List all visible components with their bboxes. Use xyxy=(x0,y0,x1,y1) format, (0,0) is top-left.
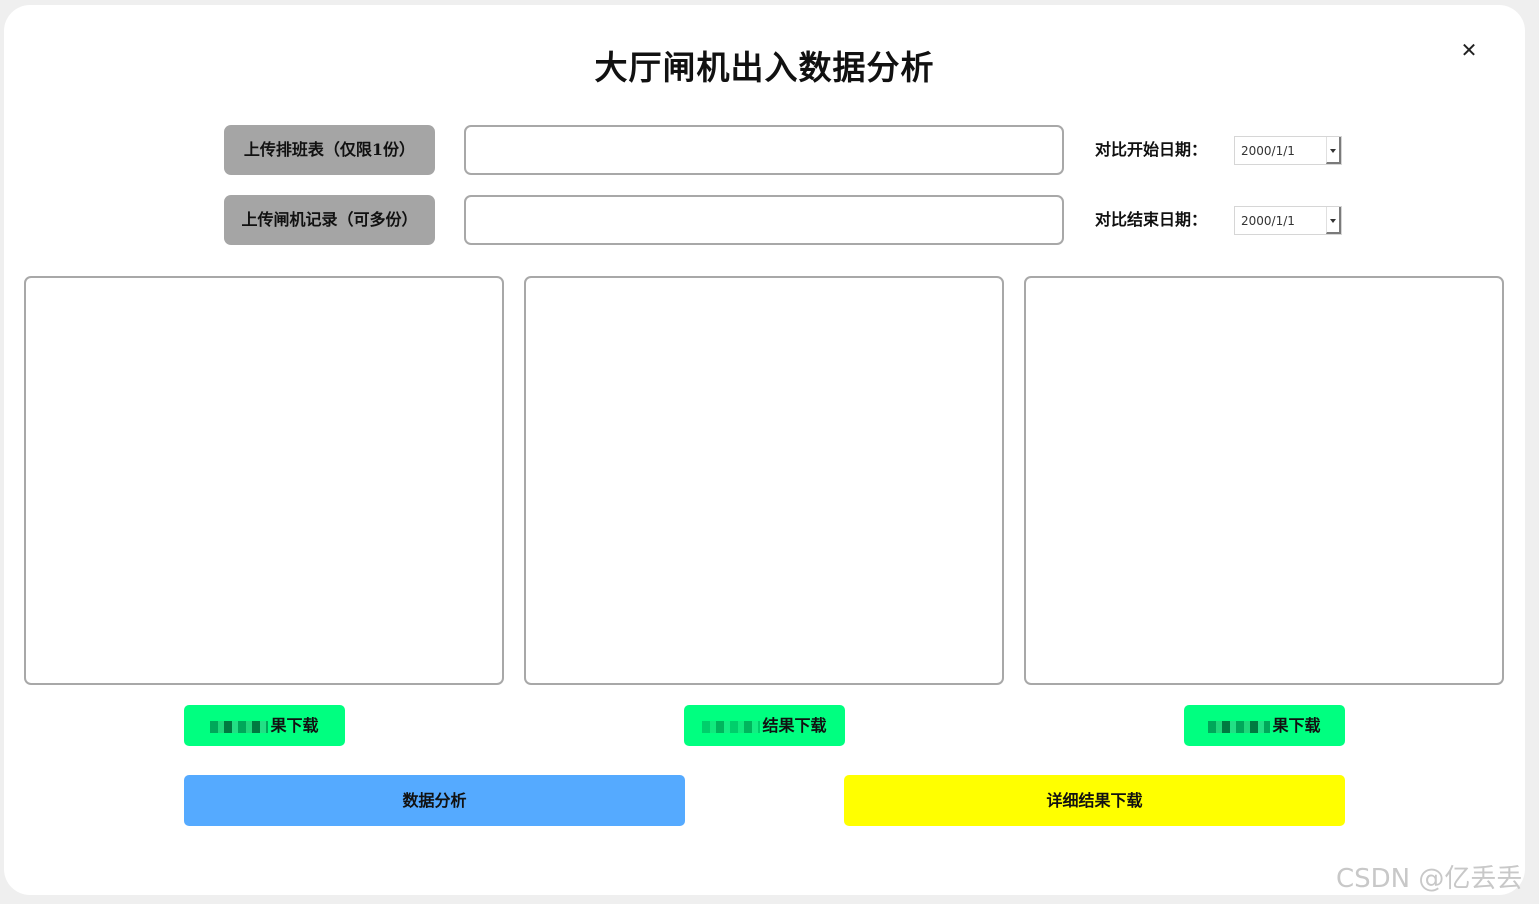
end-date-picker[interactable]: 2000/1/1 xyxy=(1234,206,1342,235)
redacted-text xyxy=(210,720,269,733)
watermark: CSDN @亿丢丢 xyxy=(1336,864,1523,894)
close-icon: ✕ xyxy=(1460,38,1478,62)
start-date-label: 对比开始日期： xyxy=(1095,140,1208,159)
schedule-file-path-field[interactable] xyxy=(464,125,1064,175)
result-panel-1[interactable] xyxy=(24,276,504,685)
end-date-label: 对比结束日期： xyxy=(1095,210,1208,229)
start-date-value: 2000/1/1 xyxy=(1241,144,1295,158)
result-2-download-button[interactable]: 结果下载 xyxy=(684,705,845,746)
page-title: 大厅闸机出入数据分析 xyxy=(594,48,935,87)
chevron-down-icon[interactable] xyxy=(1326,137,1341,164)
detail-results-download-button[interactable]: 详细结果下载 xyxy=(844,775,1345,826)
result-1-download-button[interactable]: 果下载 xyxy=(184,705,345,746)
app-window: 大厅闸机出入数据分析 ✕ 上传排班表（仅限1份） 对比开始日期： 2000/1/… xyxy=(4,5,1525,895)
start-date-picker[interactable]: 2000/1/1 xyxy=(1234,136,1342,165)
result-3-download-button[interactable]: 果下载 xyxy=(1184,705,1345,746)
chevron-down-icon[interactable] xyxy=(1326,207,1341,234)
result-2-download-label: 结果下载 xyxy=(762,716,827,735)
upload-schedule-button[interactable]: 上传排班表（仅限1份） xyxy=(224,125,435,175)
redacted-text xyxy=(702,720,761,733)
upload-gate-records-button[interactable]: 上传闸机记录（可多份） xyxy=(224,195,435,245)
result-1-download-label: 果下载 xyxy=(270,716,319,735)
result-3-download-label: 果下载 xyxy=(1272,716,1321,735)
analyze-data-button[interactable]: 数据分析 xyxy=(184,775,685,826)
result-panel-3[interactable] xyxy=(1024,276,1504,685)
redacted-text xyxy=(1208,720,1271,733)
close-button[interactable]: ✕ xyxy=(1456,37,1482,63)
gate-records-file-path-field[interactable] xyxy=(464,195,1064,245)
end-date-value: 2000/1/1 xyxy=(1241,214,1295,228)
result-panel-2[interactable] xyxy=(524,276,1004,685)
